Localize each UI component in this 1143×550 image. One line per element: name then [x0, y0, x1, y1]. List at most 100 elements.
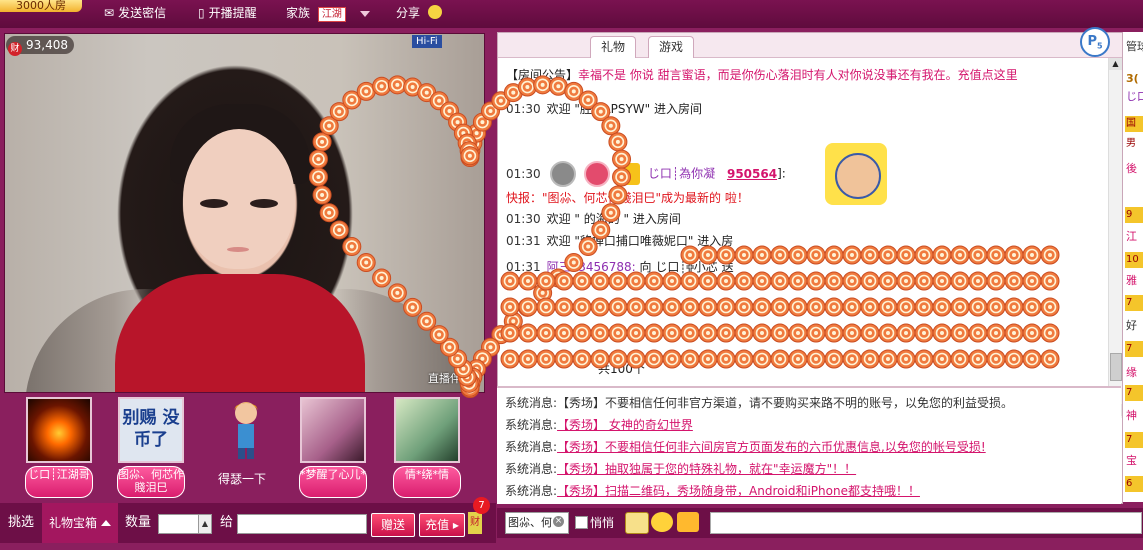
scroll-thumb[interactable]: [1110, 353, 1122, 381]
system-label: 系统消息:: [505, 418, 558, 432]
system-link[interactable]: 【秀场】不要相信任何非六间房官方页面发布的六币优惠信息,以免您的帐号受损!: [557, 440, 986, 454]
right-list-item[interactable]: 6: [1125, 476, 1143, 492]
system-message: 系统消息:【秀场】不要相信任何非官方渠道，请不要购买来路不明的账号，以免您的利益…: [505, 394, 1013, 411]
system-link[interactable]: 【秀场】扫描二维码，秀场随身带，Android和iPhone都支持哦！！: [557, 484, 920, 498]
right-list-item[interactable]: 9: [1125, 207, 1143, 223]
system-text: 【秀场】不要相信任何非官方渠道，请不要购买来路不明的账号，以免您的利益受损。: [557, 396, 1014, 410]
share-label: 分享: [396, 6, 421, 20]
send-gift-button[interactable]: 赠送: [371, 513, 415, 537]
chat-scrollbar[interactable]: ▲ ▼: [1108, 58, 1122, 418]
send-private-label: 发送密信: [118, 6, 167, 20]
message-text: 欢迎 " 的海的 " 进入房间: [546, 212, 681, 226]
recharge-button[interactable]: 充值 ▸: [419, 513, 465, 537]
gift-thumbnail: 别赐 没币了: [118, 397, 184, 463]
phone-icon: ▯: [198, 6, 205, 20]
chat-message: 共100个: [598, 362, 645, 376]
message-user-id[interactable]: 950564: [727, 167, 777, 181]
family-label: 家族: [286, 6, 311, 20]
right-list-item[interactable]: 10: [1125, 252, 1143, 268]
gift-item[interactable]: じ口┊江湖哥: [24, 397, 94, 498]
chat-message: 01:30 欢迎 " 的海的 " 进入房间: [506, 210, 681, 227]
right-list-item[interactable]: 好: [1126, 317, 1137, 333]
envelope-icon: ✉: [104, 6, 115, 20]
video-mouth: [227, 247, 249, 252]
gift-send-bar: 挑选 礼物宝箱 数量 ▲ 给 赠送 充值 ▸: [0, 503, 496, 543]
gift-box-tab[interactable]: 礼物宝箱: [42, 503, 118, 543]
system-link[interactable]: 【秀场】 女神的奇幻世界: [557, 418, 693, 432]
right-user-list: 管球 3( じ口 国 男 後 9 江 10 雅 7 好 7 缘 7 神 7 宝 …: [1122, 32, 1143, 502]
wealth-badge: 财 93,408: [6, 36, 74, 56]
tab-games[interactable]: 游戏: [648, 36, 695, 58]
right-list-item[interactable]: 缘: [1126, 364, 1137, 380]
system-message: 系统消息:【秀场】不要相信任何非六间房官方页面发布的六币优惠信息,以免您的帐号受…: [505, 438, 986, 455]
gift-thumbnail: [300, 397, 366, 463]
video-stream[interactable]: [4, 33, 485, 393]
sticker-icon[interactable]: [677, 512, 699, 532]
whisper-checkbox[interactable]: [575, 516, 588, 529]
public-chat-log[interactable]: 【房间公告】幸福不是 你说 甜言蜜语，而是你伤心落泪时有人对你说没事还有我在。充…: [498, 58, 1108, 418]
gift-label: じ口┊江湖哥: [25, 466, 93, 498]
message-suffix: ]:: [777, 166, 786, 181]
tab-gifts[interactable]: 礼物: [590, 36, 637, 58]
message-time: 01:30: [506, 212, 541, 226]
wealth-value: 93,408: [26, 38, 68, 52]
room-count-badge: 3000人房: [0, 0, 82, 12]
gift-item[interactable]: 别赐 没币了 图尛、何芯作賤泪巳: [116, 397, 186, 498]
broadcast-alert-button[interactable]: ▯ 开播提醒: [198, 4, 257, 22]
gift-thumbnail: [394, 397, 460, 463]
scroll-up-icon[interactable]: ▲: [1109, 58, 1122, 70]
video-shirt: [115, 274, 365, 392]
right-list-item[interactable]: 国: [1125, 116, 1143, 132]
video-eye-right: [250, 199, 278, 208]
share-icon: [427, 5, 442, 19]
p-level-number: 5: [1096, 41, 1103, 51]
right-list-item[interactable]: 雅: [1126, 272, 1137, 288]
system-link[interactable]: 【秀场】抽取独属于您的特殊礼物，就在"幸运魔方"！！: [557, 462, 856, 476]
right-list-item[interactable]: 神: [1126, 407, 1137, 423]
right-list-item[interactable]: 7: [1125, 432, 1143, 448]
chat-input-bar: 图尛、何 × 悄悄: [497, 508, 1143, 538]
family-menu[interactable]: 家族 江湖: [286, 4, 370, 22]
star-badge-icon: [618, 163, 641, 185]
cartoon-boy-icon: [234, 402, 258, 459]
right-list-item[interactable]: 7: [1125, 385, 1143, 401]
right-list-item[interactable]: 宝: [1126, 452, 1137, 468]
whisper-label: 悄悄: [590, 516, 615, 530]
quantity-stepper[interactable]: ▲: [198, 514, 212, 534]
right-list-item: じ口: [1126, 90, 1143, 103]
mascot-emoticon: [825, 143, 887, 205]
message-time: 01:30: [506, 102, 541, 116]
share-button[interactable]: 分享: [396, 4, 442, 22]
image-icon[interactable]: [625, 512, 649, 534]
right-list-item[interactable]: 7: [1125, 341, 1143, 357]
emoji-icon[interactable]: [651, 512, 673, 532]
notification-badge: 7: [473, 497, 490, 514]
announcement-text[interactable]: 幸福不是 你说 甜言蜜语，而是你伤心落泪时有人对你说没事还有我在。充值点这里: [578, 68, 1018, 82]
top-bar: 3000人房 ✉ 发送密信 ▯ 开播提醒 家族 江湖 分享: [0, 0, 1143, 28]
p-level-badge[interactable]: P5: [1080, 27, 1110, 57]
wealth-mini-button[interactable]: 财: [468, 512, 482, 534]
chevron-down-icon: [359, 10, 370, 17]
right-list-item[interactable]: 7: [1125, 295, 1143, 311]
chat-message-input[interactable]: [710, 512, 1142, 534]
gift-item[interactable]: *梦醒了心儿*: [298, 397, 368, 498]
recipient-input[interactable]: [237, 514, 367, 534]
gift-label: 情*绕*情: [393, 466, 461, 498]
gift-label: 图尛、何芯作賤泪巳: [117, 466, 185, 498]
right-list-item[interactable]: 男: [1125, 136, 1143, 152]
user-photo: [396, 399, 458, 461]
no-coin-sign-image: 别赐 没币了: [120, 399, 182, 461]
gift-item[interactable]: 得瑟一下: [207, 397, 277, 503]
message-user[interactable]: じ口┊為你凝: [648, 167, 715, 181]
send-private-message-button[interactable]: ✉ 发送密信: [104, 4, 166, 22]
gift-item[interactable]: 情*绕*情: [392, 397, 462, 498]
right-list-item[interactable]: 後: [1126, 160, 1137, 176]
broadcast-alert-label: 开播提醒: [208, 6, 257, 20]
quantity-input[interactable]: [158, 514, 200, 534]
message-user[interactable]: 阿三13456788:: [547, 260, 636, 274]
clear-target-icon[interactable]: ×: [553, 516, 564, 527]
to-label: 给: [220, 515, 234, 530]
quantity-label: 数量: [125, 515, 152, 530]
message-text: 向 じ口┊╬小芯 送: [639, 260, 734, 274]
right-list-item[interactable]: 江: [1126, 228, 1137, 244]
